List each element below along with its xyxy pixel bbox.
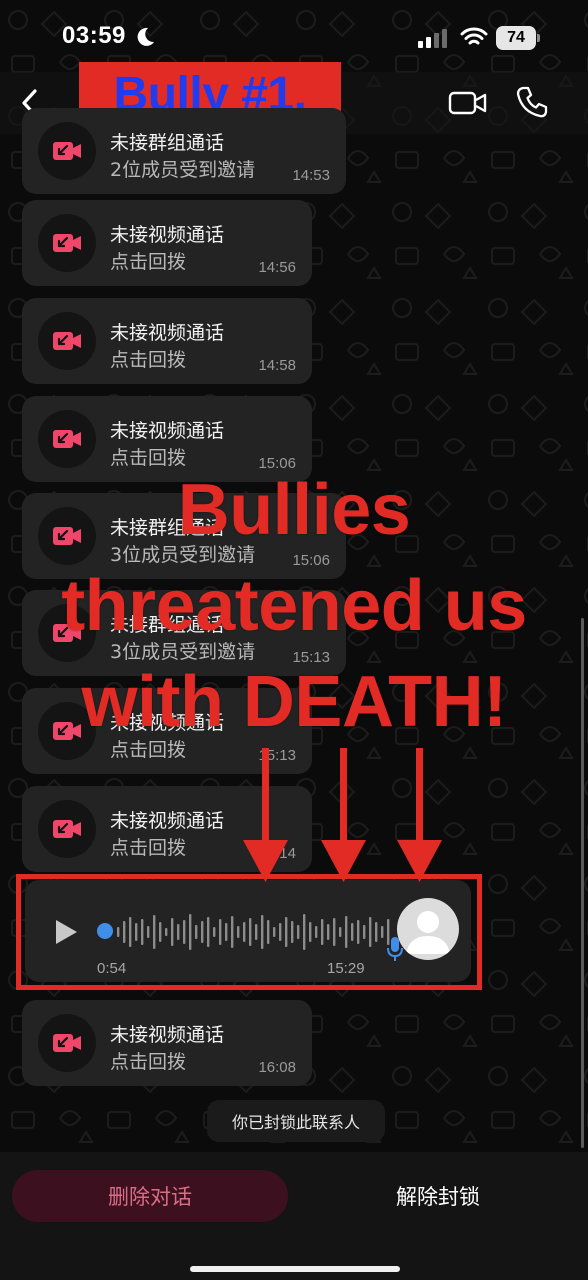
voice-call-button[interactable]	[514, 84, 550, 120]
missed-call-message[interactable]: 未接视频通话 点击回拨 16:08	[22, 1000, 312, 1086]
battery-icon: 74	[496, 26, 540, 50]
missed-video-call-icon	[53, 1034, 81, 1052]
status-time: 03:59	[62, 22, 126, 49]
call-title: 未接视频通话	[110, 224, 225, 246]
call-title: 未接视频通话	[110, 420, 225, 442]
annotation-highlight-box	[16, 874, 482, 990]
overlay-line-3: with DEATH!	[81, 662, 507, 742]
signal-icon	[418, 29, 447, 48]
blocked-notice: 你已封锁此联系人	[207, 1100, 385, 1142]
missed-call-message[interactable]: 未接视频通话 点击回拨 14:58	[22, 298, 312, 384]
wifi-icon	[460, 27, 488, 45]
delete-chat-button[interactable]: 删除对话	[12, 1170, 288, 1222]
missed-call-message[interactable]: 未接群组通话 2位成员受到邀请 14:53	[22, 108, 346, 194]
video-call-button[interactable]	[448, 86, 488, 120]
missed-call-icon-circle	[38, 410, 96, 468]
message-timestamp: 14:58	[258, 357, 296, 374]
call-subtitle: 点击回拨	[110, 837, 187, 859]
call-title: 未接群组通话	[110, 132, 225, 154]
call-title: 未接视频通话	[110, 810, 225, 832]
call-subtitle: 点击回拨	[110, 1051, 187, 1073]
message-timestamp: 16:08	[258, 1059, 296, 1076]
missed-call-icon-circle	[38, 214, 96, 272]
missed-video-call-icon	[53, 430, 81, 448]
unblock-button[interactable]: 解除封锁	[300, 1170, 576, 1222]
moon-icon	[137, 27, 154, 46]
battery-level: 74	[507, 29, 525, 46]
call-subtitle: 点击回拨	[110, 251, 187, 273]
missed-call-message[interactable]: 未接视频通话 点击回拨 14:56	[22, 200, 312, 286]
call-title: 未接视频通话	[110, 322, 225, 344]
overlay-line-2: threatened us	[61, 566, 527, 646]
missed-video-call-icon	[53, 142, 81, 160]
missed-video-call-icon	[53, 332, 81, 350]
missed-video-call-icon	[53, 820, 81, 838]
overlay-line-1: Bullies	[177, 470, 411, 550]
call-title: 未接视频通话	[110, 1024, 225, 1046]
missed-video-call-icon	[53, 234, 81, 252]
missed-call-icon-circle	[38, 1014, 96, 1072]
call-subtitle: 点击回拨	[110, 349, 187, 371]
annotation-arrows	[243, 748, 442, 882]
home-indicator[interactable]	[190, 1266, 400, 1272]
bottom-action-bar: 删除对话 解除封锁	[0, 1152, 588, 1280]
call-subtitle: 2位成员受到邀请	[110, 159, 256, 181]
missed-call-icon-circle	[38, 312, 96, 370]
message-timestamp: 14:56	[258, 259, 296, 276]
missed-call-icon-circle	[38, 122, 96, 180]
missed-call-icon-circle	[38, 800, 96, 858]
message-timestamp: 14:53	[292, 167, 330, 184]
overlay-caption: Bullies threatened us with DEATH!	[0, 462, 588, 750]
